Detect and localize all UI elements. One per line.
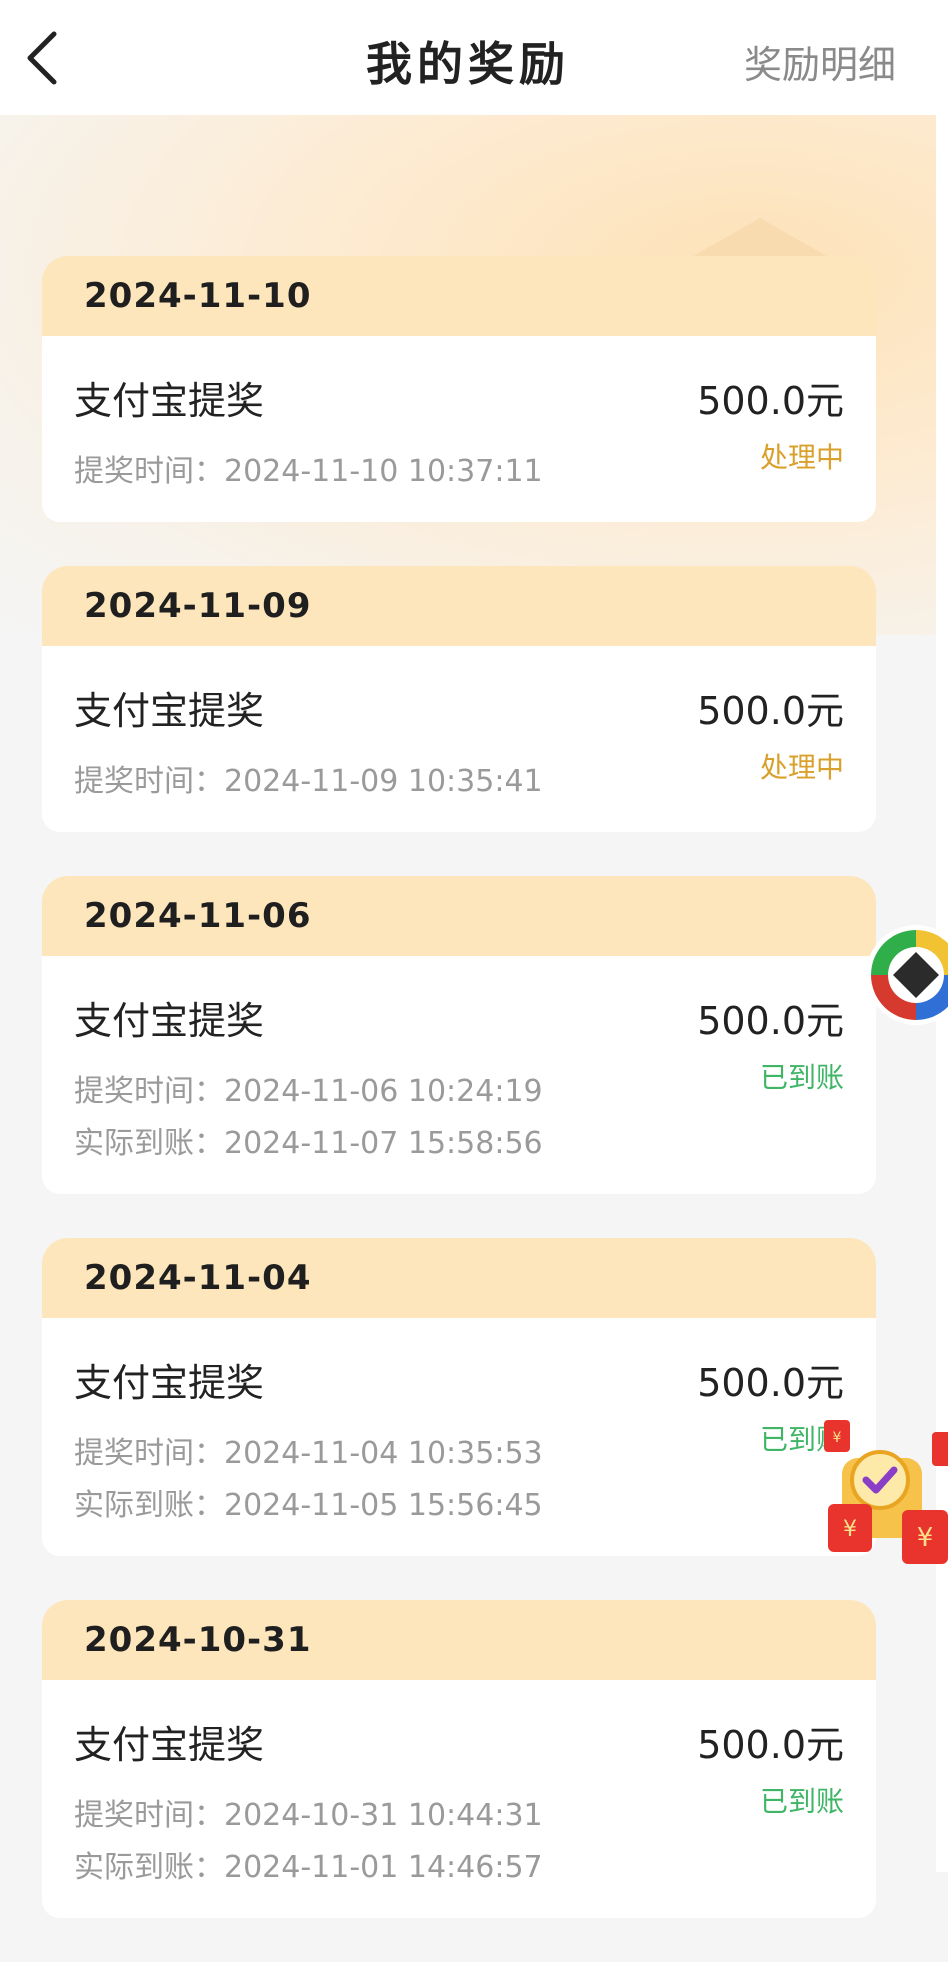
status-badge: 已到账 (759, 1061, 844, 1094)
record-title: 支付宝提奖 (74, 999, 265, 1043)
floating-coin-widget[interactable] (864, 920, 948, 1030)
record-amount: 500.0元 (697, 379, 844, 423)
arrive-time: 实际到账：2024-11-01 14:46:57 (74, 1850, 543, 1885)
record-amount: 500.0元 (697, 999, 844, 1043)
red-envelope-icon: ¥ ¥ ¥ (824, 1420, 948, 1564)
arrive-time: 实际到账：2024-11-05 15:56:45 (74, 1488, 543, 1523)
record-date: 2024-11-04 (42, 1238, 876, 1318)
apply-time: 提奖时间：2024-11-04 10:35:53 (74, 1436, 543, 1471)
coin-icon (866, 925, 948, 1025)
reward-record[interactable]: 2024-11-04 支付宝提奖 500.0元 已到账 提奖时间：2024-11… (42, 1238, 876, 1556)
record-date: 2024-11-10 (42, 256, 876, 336)
svg-text:¥: ¥ (843, 1517, 857, 1542)
reward-record-list: 2024-11-10 支付宝提奖 500.0元 处理中 提奖时间：2024-11… (42, 256, 876, 1962)
record-date: 2024-11-06 (42, 876, 876, 956)
record-date: 2024-10-31 (42, 1600, 876, 1680)
record-body: 支付宝提奖 500.0元 处理中 提奖时间：2024-11-10 10:37:1… (42, 336, 876, 522)
apply-time: 提奖时间：2024-11-09 10:35:41 (74, 764, 543, 799)
status-badge: 已到账 (759, 1785, 844, 1818)
record-amount: 500.0元 (697, 1723, 844, 1767)
svg-text:¥: ¥ (917, 1523, 934, 1553)
apply-time: 提奖时间：2024-11-06 10:24:19 (74, 1074, 543, 1109)
record-body: 支付宝提奖 500.0元 处理中 提奖时间：2024-11-09 10:35:4… (42, 646, 876, 832)
record-title: 支付宝提奖 (74, 689, 265, 733)
record-title: 支付宝提奖 (74, 379, 265, 423)
status-badge: 处理中 (759, 751, 844, 784)
apply-time: 提奖时间：2024-11-10 10:37:11 (74, 454, 543, 489)
top-nav-bar: 我的奖励 奖励明细 (0, 0, 936, 115)
reward-record[interactable]: 2024-11-10 支付宝提奖 500.0元 处理中 提奖时间：2024-11… (42, 256, 876, 522)
record-title: 支付宝提奖 (74, 1361, 265, 1405)
record-amount: 500.0元 (697, 1361, 844, 1405)
apply-time: 提奖时间：2024-10-31 10:44:31 (74, 1798, 543, 1833)
reward-record[interactable]: 2024-11-09 支付宝提奖 500.0元 处理中 提奖时间：2024-11… (42, 566, 876, 832)
reward-detail-link[interactable]: 奖励明细 (744, 34, 896, 89)
reward-record[interactable]: 2024-11-06 支付宝提奖 500.0元 已到账 提奖时间：2024-11… (42, 876, 876, 1194)
record-body: 支付宝提奖 500.0元 已到账 提奖时间：2024-11-06 10:24:1… (42, 956, 876, 1194)
record-body: 支付宝提奖 500.0元 已到账 提奖时间：2024-11-04 10:35:5… (42, 1318, 876, 1556)
svg-text:¥: ¥ (833, 1430, 842, 1446)
record-amount: 500.0元 (697, 689, 844, 733)
record-date: 2024-11-09 (42, 566, 876, 646)
hero-decoration (690, 218, 830, 258)
status-badge: 处理中 (759, 441, 844, 474)
arrive-time: 实际到账：2024-11-07 15:58:56 (74, 1126, 543, 1161)
reward-record[interactable]: 2024-10-31 支付宝提奖 500.0元 已到账 提奖时间：2024-10… (42, 1600, 876, 1918)
floating-redpacket-widget[interactable]: ¥ ¥ ¥ (806, 1412, 948, 1572)
record-title: 支付宝提奖 (74, 1723, 265, 1767)
record-body: 支付宝提奖 500.0元 已到账 提奖时间：2024-10-31 10:44:3… (42, 1680, 876, 1918)
